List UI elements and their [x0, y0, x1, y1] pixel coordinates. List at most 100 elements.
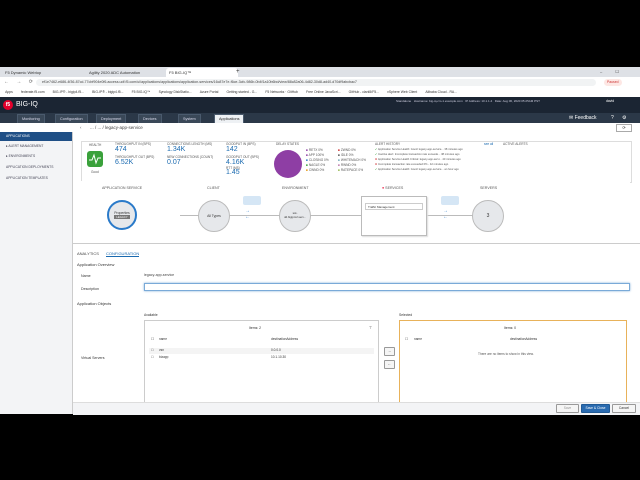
objects-title: Application Objects	[77, 301, 112, 306]
delay-states-pie	[274, 150, 302, 178]
sidebar-item-application-templates[interactable]: APPLICATION TEMPLATES	[0, 174, 72, 183]
empty-message: There are no items to show in this view.	[478, 352, 534, 356]
column-header-destination[interactable]: destinationAddress	[271, 337, 298, 341]
server-traffic-out-arrow-icon: ←	[443, 214, 448, 220]
save-button[interactable]: Save	[556, 404, 579, 413]
back-icon[interactable]: ‹	[80, 124, 82, 131]
health-status: Good	[91, 170, 99, 174]
alert-item[interactable]: ✔ Inactive alert: Incomplete transaction…	[375, 152, 459, 156]
refresh-icon[interactable]: ⟳	[616, 124, 632, 132]
legacy-badge: LEGACY	[114, 215, 130, 219]
feedback-button[interactable]: ✉ Feedback	[569, 114, 597, 122]
cancel-button[interactable]: Cancel	[612, 404, 636, 413]
stat-value: 1.34K	[167, 146, 186, 153]
servers-node[interactable]: 3	[472, 200, 504, 232]
environment-node[interactable]: ssl- dd.bigipm2.serv...	[279, 200, 311, 232]
new-tab-button[interactable]: +	[236, 67, 240, 77]
bookmark[interactable]: BIG-IP® - bigip4.f5...	[92, 88, 123, 97]
alert-item[interactable]: ✖ Incomplete transaction rate exceeded 0…	[375, 162, 448, 166]
product-name: BIG-IQ	[16, 101, 38, 108]
stat-value: 142	[226, 146, 238, 153]
stat-value: 4.16K	[226, 159, 245, 166]
sidebar-item-environments[interactable]: ▸ ENVIRONMENTS	[0, 152, 72, 161]
topology-panel	[81, 181, 630, 243]
traffic-out-arrow-icon: ←	[245, 214, 250, 220]
save-and-close-button[interactable]: Save & Close	[581, 404, 610, 413]
overview-title: Application Overview	[77, 262, 115, 267]
sidebar-item-applications[interactable]: APPLICATIONS	[0, 132, 72, 141]
alert-item[interactable]: ✖ Application Service Health Critical: l…	[375, 157, 461, 161]
topology-label-client: CLIENT	[207, 186, 220, 190]
header-info: Standalone Hostname: big-iq-cm-1.example…	[396, 99, 540, 103]
tab-analytics[interactable]: ANALYTICS	[77, 251, 99, 256]
browser-tab[interactable]: Agility 2020 ADC Automation	[86, 68, 164, 77]
active-alerts-title: ACTIVE ALERTS	[503, 142, 528, 146]
health-label: HEALTH	[89, 143, 102, 147]
bookmark[interactable]: Apps	[5, 88, 13, 97]
divider	[73, 243, 640, 244]
browser-tab[interactable]: F5 Dynamic Webtop	[2, 68, 80, 77]
f5-small-icon: ●	[382, 186, 385, 190]
services-box[interactable]: Traffic Management	[361, 196, 427, 236]
main-nav: Monitoring Configuration Deployment Devi…	[0, 113, 640, 124]
column-header-name[interactable]: name	[159, 337, 167, 341]
alert-history-see-all-link[interactable]: see all	[484, 142, 493, 146]
delay-states-title: DELAY STATES	[276, 142, 299, 146]
profile-paused-badge[interactable]: Paused	[604, 79, 622, 86]
bookmark[interactable]: F5 BIG-IQ™	[132, 88, 151, 97]
bookmark[interactable]: F5 Networks · GitHub	[265, 88, 298, 97]
stat-value: 1.45	[226, 169, 240, 176]
browser-tab-strip: F5 Dynamic Webtop Agility 2020 ADC Autom…	[0, 67, 640, 84]
virtual-servers-label: Virtual Servers	[81, 356, 105, 360]
url-field[interactable]: ef1e7462-e686-4f36-87cd-77cbf904e0f6.acc…	[36, 79, 596, 86]
bookmark[interactable]: Synology DiskStatio...	[159, 88, 192, 97]
bookmark[interactable]: Alibaba Cloud - RA...	[425, 88, 457, 97]
bookmark[interactable]: Free Online JavaScri...	[306, 88, 340, 97]
sidebar: APPLICATIONS ▸ ALERT MANAGEMENT ▸ ENVIRO…	[0, 132, 73, 414]
available-items-count: Items: 2	[249, 326, 262, 330]
health-icon	[87, 151, 103, 167]
sidebar-item-application-deployments[interactable]: APPLICATION DEPLOYMENTS	[0, 163, 72, 172]
filter-icon[interactable]: ⊤	[369, 326, 372, 330]
move-right-button[interactable]: →	[384, 347, 395, 356]
bookmark[interactable]: BIG-IP® - bigip4.f5...	[53, 88, 84, 97]
nav-arrows-icon[interactable]: ← → ⟳	[4, 79, 36, 85]
column-header-destination[interactable]: destinationAddress	[510, 337, 537, 341]
topology-label-application-service: APPLICATION SERVICE	[102, 186, 143, 190]
bookmark[interactable]: GitHub - clark5/F5...	[349, 88, 379, 97]
help-icon[interactable]: ?	[611, 114, 614, 122]
description-input[interactable]	[144, 283, 630, 291]
alert-item[interactable]: ✔ Application Service Health: Good: lega…	[375, 147, 463, 151]
user-menu[interactable]: david	[606, 99, 614, 103]
tab-configuration[interactable]: CONFIGURATION	[106, 251, 140, 257]
bookmark[interactable]: vSphere Web Client	[387, 88, 417, 97]
application-service-node[interactable]: Properties LEGACY	[107, 200, 137, 230]
alert-item[interactable]: ✔ Application Service Health: Good: lega…	[375, 167, 459, 171]
selected-title: Selected	[399, 313, 413, 317]
selected-items-count: Items: 0	[504, 326, 517, 330]
description-label: Description	[81, 287, 99, 291]
browser-tab-active[interactable]: F5 BIG-IQ™	[166, 68, 238, 77]
bookmark[interactable]: Azure Portal	[200, 88, 219, 97]
breadcrumb[interactable]: ... / ... / legacy-app-service	[90, 124, 143, 131]
stat-value: 6.52K	[115, 159, 134, 166]
alert-history-title: ALERT HISTORY	[375, 142, 401, 146]
select-all-checkbox[interactable]: ☐	[151, 337, 154, 341]
bookmark[interactable]: federate.f5.com	[21, 88, 45, 97]
client-node[interactable]: All Types	[198, 200, 230, 232]
bookmark[interactable]: Getting started - G...	[226, 88, 257, 97]
topology-label-services: ● SERVICES	[382, 186, 404, 190]
move-left-button[interactable]: ←	[384, 360, 395, 369]
table-row[interactable]: ☐ bizapp 10.1.10.30	[149, 355, 374, 361]
sidebar-item-alert-management[interactable]: ▸ ALERT MANAGEMENT	[0, 142, 72, 151]
gear-icon[interactable]: ⚙	[622, 114, 626, 122]
app-header: f5 BIG-IQ Standalone Hostname: big-iq-cm…	[0, 97, 640, 113]
column-header-name[interactable]: name	[414, 337, 422, 341]
traffic-management-item[interactable]: Traffic Management	[365, 203, 423, 210]
server-traffic-chart	[441, 196, 459, 205]
footer-bar	[73, 402, 640, 415]
f5-logo-icon: f5	[3, 100, 13, 110]
table-row[interactable]: ☐ vsn 0.0.0.0	[149, 348, 374, 354]
select-all-checkbox[interactable]: ☐	[405, 337, 408, 341]
client-traffic-chart	[243, 196, 261, 205]
